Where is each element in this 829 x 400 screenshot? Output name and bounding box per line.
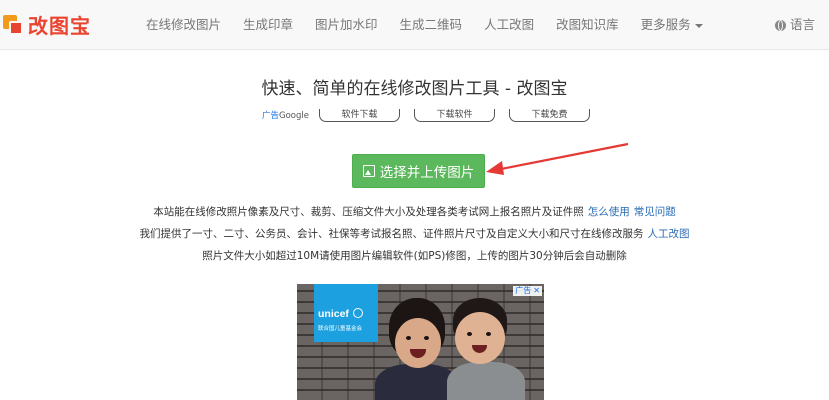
page-title: 快速、简单的在线修改图片工具 - 改图宝 [261,79,568,99]
language-label: 语言 [789,17,815,32]
info-text-2: 我们提供了一寸、二寸、公务员、会计、社保等考试报名照、证件照片尺寸及自定义大小和… [139,228,644,240]
nav-menu: 在线修改图片 生成印章 图片加水印 生成二维码 人工改图 改图知识库 更多服务 [135,0,714,50]
nav-item-more-services[interactable]: 更多服务 [630,0,714,50]
close-icon[interactable]: ✕ [533,286,540,296]
upload-label: 选择并上传图片 [379,165,475,181]
google-label: Google [279,111,309,121]
eye [467,332,472,336]
info-text-3: 照片文件大小如超过10M请使用图片编辑软件(如PS)修图，上传的图片30分钟后会… [202,250,627,262]
info-line-3: 照片文件大小如超过10M请使用图片编辑软件(如PS)修图，上传的图片30分钟后会… [0,248,829,263]
image-icon [362,165,375,177]
eye [424,336,429,340]
info-text-1: 本站能在线修改照片像素及尺寸、裁剪、压缩文件大小及处理各类考试网上报名照片及证件… [153,206,584,218]
smile [472,345,487,353]
child-figure [447,362,525,400]
upload-image-button[interactable]: 选择并上传图片 [352,154,485,188]
unicef-wordmark: unicef [318,308,349,320]
ad-link-software-download[interactable]: 软件下载 [319,108,400,122]
pointer-arrow-icon [486,142,629,175]
eye [406,336,411,340]
ad-badge-label: 广告 [515,286,532,295]
child-face [395,318,441,368]
globe-icon [774,19,786,31]
language-selector[interactable]: 语言 [774,0,815,50]
ad-link-download-software[interactable]: 下载软件 [414,108,495,122]
how-to-use-link[interactable]: 怎么使用 [588,206,630,218]
logo-text: 改图宝 [28,13,91,38]
nav-item-qrcode[interactable]: 生成二维码 [389,0,474,50]
google-ad-row: 广告Google 软件下载 下载软件 下载免费 [262,108,604,122]
caret-down-icon [694,23,703,28]
nav-item-edit-image[interactable]: 在线修改图片 [135,0,232,50]
nav-item-knowledge[interactable]: 改图知识库 [545,0,630,50]
faq-link[interactable]: 常见问题 [634,206,676,218]
info-line-2: 我们提供了一寸、二寸、公务员、会计、社保等考试报名照、证件照片尺寸及自定义大小和… [0,226,829,241]
child-face [455,312,505,364]
nav-item-stamp[interactable]: 生成印章 [232,0,304,50]
nav-item-watermark[interactable]: 图片加水印 [304,0,389,50]
top-navbar: 改图宝 在线修改图片 生成印章 图片加水印 生成二维码 人工改图 改图知识库 更… [0,0,829,50]
unicef-logo-box: unicef 联合国儿童基金会 [314,284,378,342]
unicef-emblem-icon [353,308,363,318]
info-line-1: 本站能在线修改照片像素及尺寸、裁剪、压缩文件大小及处理各类考试网上报名照片及证件… [0,204,829,219]
site-logo[interactable]: 改图宝 [2,11,91,38]
ad-link-free-download[interactable]: 下载免费 [509,108,590,122]
unicef-subtitle: 联合国儿童基金会 [318,326,363,332]
ad-prefix: 广告 [262,111,280,121]
ad-badge[interactable]: 广告 ✕ [513,286,542,296]
manual-edit-link[interactable]: 人工改图 [648,228,690,240]
smile [410,349,426,358]
google-ad-label[interactable]: 广告Google [262,109,309,121]
unicef-ad-banner[interactable]: unicef 联合国儿童基金会 广告 ✕ [297,284,544,400]
logo-icon [2,13,24,35]
eye [486,332,491,336]
nav-item-manual-edit[interactable]: 人工改图 [473,0,545,50]
more-services-label: 更多服务 [640,17,691,32]
